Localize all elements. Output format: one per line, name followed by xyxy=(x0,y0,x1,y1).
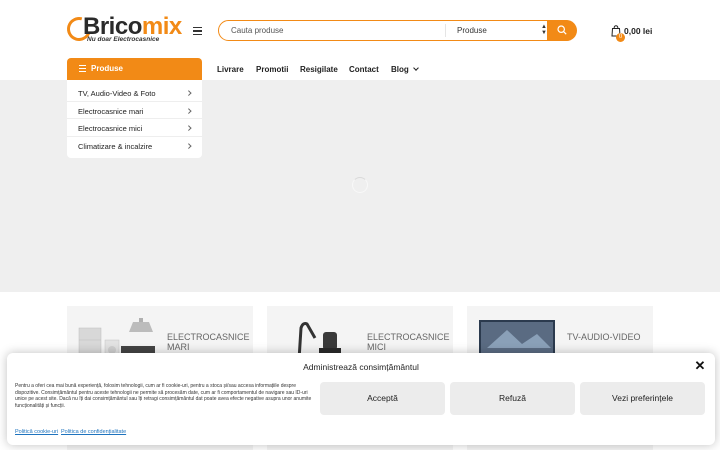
search-category-select[interactable]: Produse ▲ ▼ xyxy=(457,24,547,37)
nav-link-blog[interactable]: Blog xyxy=(391,65,419,74)
dropdown-item-climatizare[interactable]: Climatizare & incalzire xyxy=(67,137,202,155)
category-title: ELECTROCASNICE MARI xyxy=(167,332,250,352)
accept-button[interactable]: Acceptă xyxy=(320,382,445,415)
nav-link-promotii[interactable]: Promotii xyxy=(256,65,288,74)
cookie-title: Administrează consimțământul xyxy=(303,362,419,372)
category-title: TV-AUDIO-VIDEO xyxy=(567,332,641,342)
dropdown-item-tv-audio-video[interactable]: TV, Audio-Video & Foto xyxy=(67,84,202,102)
refuse-button[interactable]: Refuză xyxy=(450,382,575,415)
search-input[interactable] xyxy=(231,21,431,39)
cart-button[interactable]: 0 0,00 lei xyxy=(611,24,661,42)
chevron-down-icon xyxy=(412,65,419,71)
categories-menu-label: Produse xyxy=(91,64,124,73)
dropdown-item-label: TV, Audio-Video & Foto xyxy=(78,89,156,98)
dropdown-item-label: Electrocasnice mici xyxy=(78,124,143,133)
nav-link-blog-label: Blog xyxy=(391,65,409,74)
nav-link-livrare[interactable]: Livrare xyxy=(217,65,244,74)
cookie-description: Pentru a oferi cea mai bună experiență, … xyxy=(15,383,312,409)
dropdown-item-label: Electrocasnice mari xyxy=(78,106,144,116)
cart-total: 0,00 lei xyxy=(624,26,653,36)
chevron-right-icon xyxy=(185,107,191,113)
dropdown-item-label: Climatizare & incalzire xyxy=(78,141,153,151)
category-title: ELECTROCASNICE MICI xyxy=(367,332,450,352)
cookie-policy-link[interactable]: Politică cookie-uri xyxy=(15,429,58,435)
loading-spinner-icon xyxy=(352,177,368,193)
list-icon xyxy=(79,65,86,72)
dropdown-item-electrocasnice-mari[interactable]: Electrocasnice mari xyxy=(67,102,202,119)
chevron-right-icon xyxy=(185,142,191,148)
chevron-right-icon xyxy=(185,125,191,131)
search-icon xyxy=(556,24,567,35)
site-header: Bricomix Nu doar Electrocasnice Produse … xyxy=(0,0,720,58)
search-divider xyxy=(445,24,446,37)
privacy-policy-link[interactable]: Politica de confidențialitate xyxy=(61,429,126,435)
dropdown-item-electrocasnice-mici[interactable]: Electrocasnice mici xyxy=(67,119,202,137)
search-bar: Produse ▲▼ xyxy=(218,19,577,41)
preferences-button[interactable]: Vezi preferințele xyxy=(580,382,705,415)
search-category-value: Produse xyxy=(457,26,487,35)
search-button[interactable] xyxy=(546,19,577,41)
chevron-right-icon xyxy=(185,90,191,96)
menu-icon[interactable] xyxy=(193,27,202,35)
close-icon[interactable]: ✕ xyxy=(694,359,706,372)
categories-dropdown: TV, Audio-Video & Foto Electrocasnice ma… xyxy=(67,80,202,158)
nav-link-contact[interactable]: Contact xyxy=(349,65,379,74)
site-logo[interactable]: Bricomix Nu doar Electrocasnice xyxy=(62,12,193,46)
nav-link-resigilate[interactable]: Resigilate xyxy=(300,65,338,74)
categories-menu-button[interactable]: Produse xyxy=(67,58,202,80)
logo-tagline: Nu doar Electrocasnice xyxy=(87,36,160,43)
main-nav: Produse Livrare Promotii Resigilate Cont… xyxy=(0,58,720,80)
cookie-consent-modal: Administrează consimțământul ✕ Pentru a … xyxy=(7,353,715,445)
